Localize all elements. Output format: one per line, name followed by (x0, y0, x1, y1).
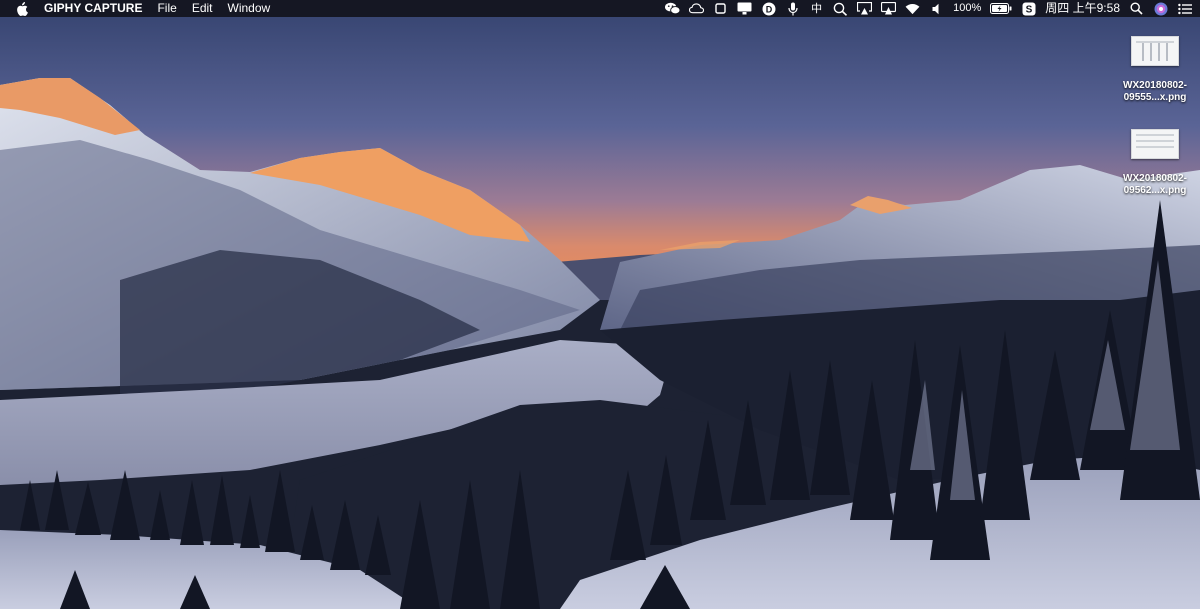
input-method-icon[interactable]: 中 (809, 2, 824, 16)
airplay-display-icon[interactable] (857, 2, 873, 16)
menu-file[interactable]: File (157, 0, 176, 17)
volume-icon[interactable] (929, 2, 944, 16)
microphone-icon[interactable] (785, 2, 800, 16)
file-name: WX20180802- 09562...x.png (1123, 173, 1187, 196)
notification-center-icon[interactable] (1177, 2, 1192, 16)
spotlight-icon[interactable] (1129, 2, 1144, 16)
square-icon[interactable] (713, 2, 728, 16)
menu-bar: GIPHY CAPTURE File Edit Window D 中 100% … (0, 0, 1200, 17)
battery-icon[interactable] (990, 2, 1012, 16)
monitor-icon[interactable] (737, 2, 752, 16)
app-name-menu[interactable]: GIPHY CAPTURE (44, 0, 142, 17)
desktop-file-2[interactable]: WX20180802- 09562...x.png (1113, 129, 1197, 197)
status-menu-area: D 中 100% S 周四 上午9:58 (665, 0, 1192, 17)
menubar-clock[interactable]: 周四 上午9:58 (1045, 0, 1120, 17)
dictionary-icon[interactable]: D (761, 2, 776, 16)
file-thumbnail (1131, 36, 1179, 66)
battery-percent: 100% (953, 2, 982, 14)
airplay-icon[interactable] (881, 2, 897, 16)
wifi-icon[interactable] (905, 2, 920, 16)
menu-edit[interactable]: Edit (192, 0, 213, 17)
file-thumbnail (1131, 129, 1179, 159)
creative-cloud-icon[interactable] (689, 2, 705, 16)
desktop-wallpaper (0, 0, 1200, 609)
menu-window[interactable]: Window (228, 0, 271, 17)
desktop-file-1[interactable]: WX20180802- 09555...x.png (1113, 36, 1197, 104)
svg-text:S: S (1025, 4, 1032, 15)
svg-text:D: D (765, 4, 772, 14)
wechat-icon[interactable] (665, 2, 681, 16)
file-name: WX20180802- 09555...x.png (1123, 80, 1187, 103)
sogou-icon[interactable]: S (1021, 2, 1036, 16)
search-refresh-icon[interactable] (833, 2, 848, 16)
apple-menu-icon[interactable] (16, 1, 30, 16)
siri-icon[interactable] (1153, 2, 1168, 16)
